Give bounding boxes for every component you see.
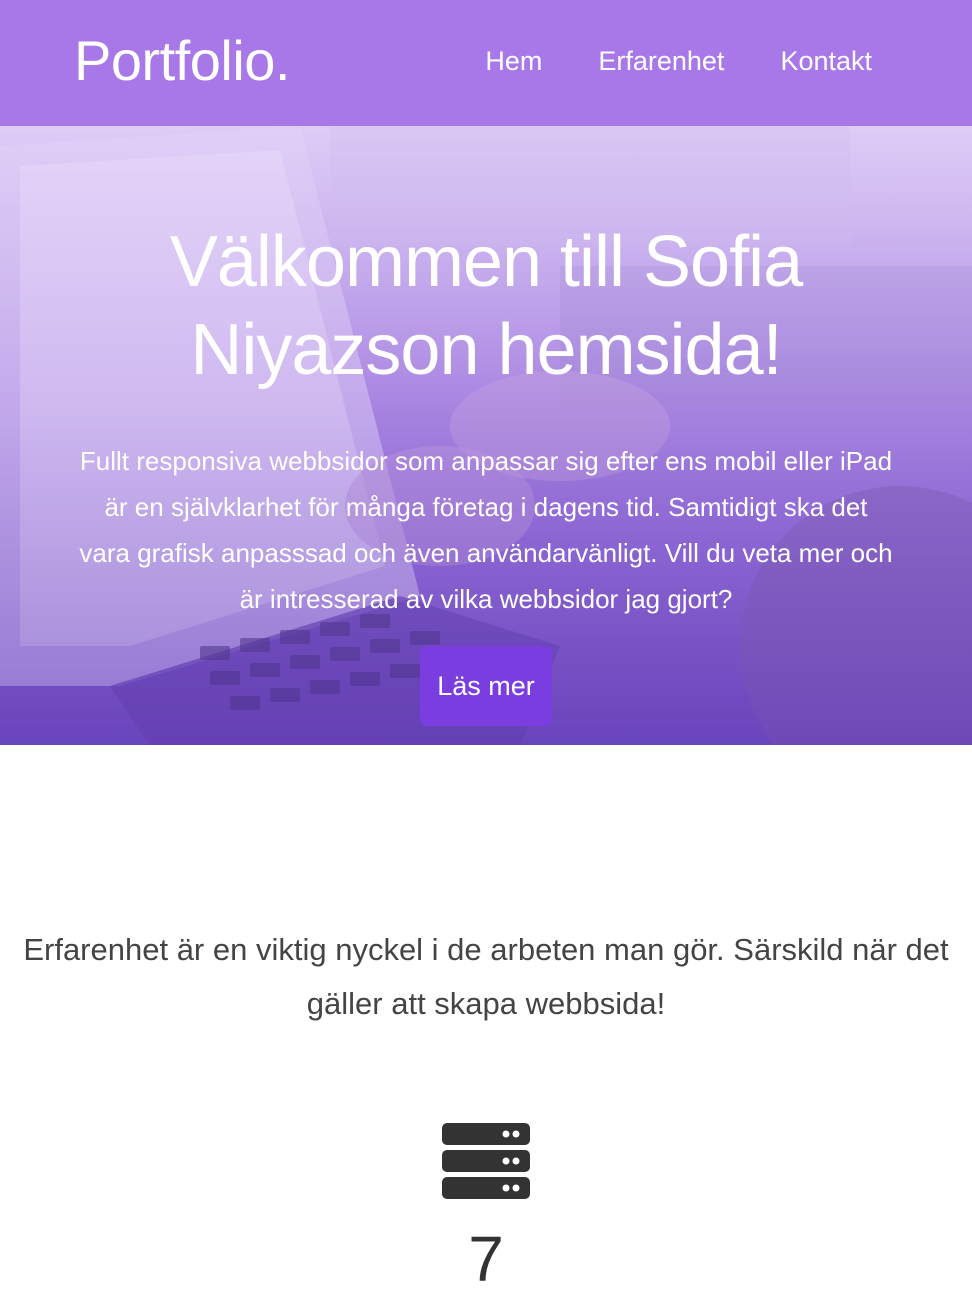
- nav-link-hem[interactable]: Hem: [485, 46, 542, 77]
- read-more-button[interactable]: Läs mer: [420, 646, 552, 726]
- hero-title: Välkommen till Sofia Niyazson hemsida!: [169, 222, 803, 390]
- nav-link-erfarenhet[interactable]: Erfarenhet: [598, 46, 724, 77]
- experience-section: Erfarenhet är en viktig nyckel i de arbe…: [0, 745, 972, 1295]
- main-nav: Hem Erfarenhet Kontakt: [485, 46, 872, 77]
- hero-description: Fullt responsiva webbsidor som anpassar …: [79, 446, 893, 614]
- hero-section: Välkommen till Sofia Niyazson hemsida! F…: [0, 126, 972, 745]
- experience-intro: Erfarenhet är en viktig nyckel i de arbe…: [23, 932, 949, 1021]
- hero-content: Välkommen till Sofia Niyazson hemsida! F…: [0, 218, 972, 622]
- navbar: Portfolio. Hem Erfarenhet Kontakt: [0, 0, 972, 126]
- brand-logo[interactable]: Portfolio.: [74, 28, 291, 93]
- nav-link-kontakt[interactable]: Kontakt: [780, 46, 872, 77]
- experience-stat-number: 7: [468, 1223, 504, 1295]
- server-icon: [442, 1123, 530, 1199]
